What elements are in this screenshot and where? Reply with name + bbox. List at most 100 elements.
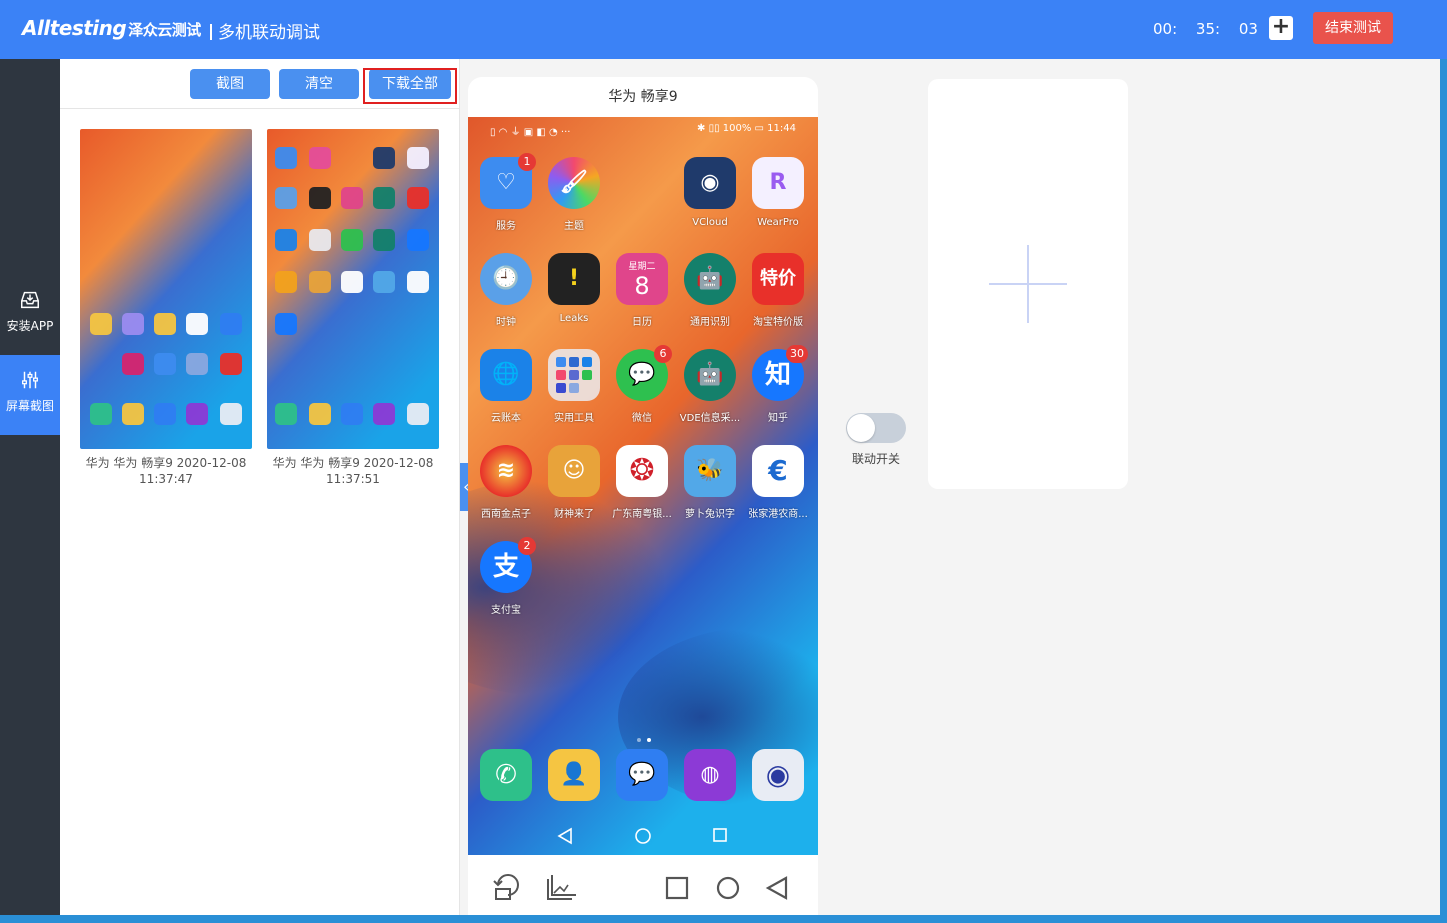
app-leaks[interactable]: ! Leaks (540, 253, 608, 324)
screenshot-toolbar: 截图 清空 下载全部 (60, 59, 459, 109)
app-wearpro[interactable]: R WearPro (744, 157, 812, 228)
dock-contacts[interactable]: 👤 (540, 749, 608, 801)
alipay-icon: 支2 (480, 537, 536, 593)
phone-icon: ✆ (480, 749, 532, 801)
app-service[interactable]: ♡ 1 服务 (472, 153, 540, 232)
app-nanyue-bank[interactable]: ❂ 广东南粤银... (608, 445, 676, 520)
app-label: 西南金点子 (481, 509, 531, 520)
add-device-button[interactable]: + (1269, 16, 1293, 40)
app-label: 萝卜兔识字 (685, 509, 735, 520)
plus-icon (989, 245, 1067, 323)
app-label: 云账本 (491, 413, 521, 424)
app-label: 实用工具 (554, 413, 594, 424)
device-title: 华为 畅享9 (608, 89, 678, 105)
page-indicator (634, 727, 654, 746)
app-taobao-special[interactable]: 特价 淘宝特价版 (744, 253, 812, 328)
taskbar-edge (0, 915, 1440, 923)
app-label: 张家港农商... (748, 509, 808, 520)
wechat-icon: 💬 6 (616, 345, 672, 401)
screenshot-panel: 截图 清空 下载全部 华为 华为 畅享9 2020-12-08 11:37:47… (60, 59, 460, 917)
app-general-recognition[interactable]: 🤖 通用识别 (676, 253, 744, 328)
screenshot-thumbnail[interactable] (80, 129, 252, 449)
sidebar-item-screenshot[interactable]: 屏幕截图 (0, 355, 68, 435)
notification-badge: 2 (518, 537, 536, 555)
app-vde-collect[interactable]: 🤖 VDE信息采... (676, 349, 744, 424)
app-xinan-golden[interactable]: ≋ 西南金点子 (472, 445, 540, 520)
recents-nav-icon[interactable] (713, 828, 727, 842)
taobao-special-icon: 特价 (752, 253, 804, 305)
status-icons-right: ✱ ▯▯ 100% ▭ 11:44 (697, 123, 796, 134)
home-control-icon[interactable] (716, 876, 740, 900)
screenshot-image (267, 129, 439, 449)
wearpro-logo-icon: R (752, 157, 804, 209)
alipay-glyph: 支 (492, 552, 519, 582)
notification-badge: 6 (654, 345, 672, 363)
zhangjiagang-bank-icon: € (752, 445, 804, 497)
app-tools-folder[interactable]: 实用工具 (540, 349, 608, 424)
page-dot-active (647, 738, 651, 742)
app-label: 微信 (632, 413, 652, 424)
android-icon: 🤖 (684, 349, 736, 401)
window-edge (1440, 59, 1447, 923)
screenshot-image (80, 129, 252, 449)
app-label: 通用识别 (690, 317, 730, 328)
nanyue-bank-icon: ❂ (616, 445, 668, 497)
page-dot (637, 738, 641, 742)
take-screenshot-button[interactable]: 截图 (190, 69, 270, 99)
app-zhihu[interactable]: 知 30 知乎 (744, 345, 812, 424)
sidebar-item-install-app[interactable]: 安装APP (0, 275, 60, 355)
device-screen[interactable]: ▯ ◠ ⏚ ▣ ◧ ◔ ··· ✱ ▯▯ 100% ▭ 11:44 ♡ 1 服务 … (468, 117, 818, 855)
notification-badge: 1 (518, 153, 536, 171)
app-label: WearPro (757, 217, 799, 228)
logo-cn-text: 泽众云测试 (128, 21, 201, 39)
screenshot-caption: 华为 华为 畅享9 2020-12-08 11:37:47 (85, 456, 247, 486)
world-map-icon: 🌐 (480, 349, 532, 401)
app-label: 财神来了 (554, 509, 594, 520)
app-cloud-ledger[interactable]: 🌐 云账本 (472, 349, 540, 424)
leaks-shield-icon: ! (548, 253, 600, 305)
sync-toggle[interactable] (846, 413, 906, 443)
screenshot-thumbnail[interactable] (267, 129, 439, 449)
app-label: 日历 (632, 317, 652, 328)
sidebar: 安装APP 屏幕截图 (0, 59, 68, 923)
screenshot-caption: 华为 华为 畅享9 2020-12-08 11:37:51 (272, 456, 434, 486)
clock-icon: 🕘 (480, 253, 532, 305)
home-nav-icon[interactable] (635, 828, 651, 844)
folder-grid-icon (556, 357, 592, 393)
app-clock[interactable]: 🕘 时钟 (472, 253, 540, 328)
recents-control-icon[interactable] (665, 876, 689, 900)
zhihu-glyph: 知 (764, 360, 791, 390)
app-label: 知乎 (768, 413, 788, 424)
back-control-icon[interactable] (765, 876, 788, 900)
app-calendar[interactable]: 星期二 8 日历 (608, 253, 676, 328)
contacts-icon: 👤 (548, 749, 600, 801)
dock-messages[interactable]: 💬 (608, 749, 676, 801)
calendar-weekday: 星期二 (628, 262, 656, 272)
crop-icon[interactable] (547, 875, 576, 900)
app-theme[interactable]: 🖌 主题 (540, 157, 608, 232)
notification-badge: 30 (786, 345, 808, 363)
app-alipay[interactable]: 支2 支付宝 (472, 537, 540, 616)
app-zhangjiagang-bank[interactable]: € 张家港农商... (744, 445, 812, 520)
app-wechat[interactable]: 💬 6 微信 (608, 345, 676, 424)
clear-button[interactable]: 清空 (279, 69, 359, 99)
app-luobotu[interactable]: 🐝 萝卜兔识字 (676, 445, 744, 520)
end-test-button[interactable]: 结束测试 (1313, 12, 1393, 44)
rotate-icon[interactable] (493, 874, 519, 900)
dock-browser[interactable]: ◍ (676, 749, 744, 801)
app-caishen[interactable]: ☺ 财神来了 (540, 445, 608, 520)
app-label: 主题 (564, 221, 584, 232)
dock-camera[interactable]: ◉ (744, 749, 812, 801)
android-icon: 🤖 (684, 253, 736, 305)
app-label: 服务 (496, 221, 516, 232)
dock-phone[interactable]: ✆ (472, 749, 540, 801)
app-label: 时钟 (496, 317, 516, 328)
add-device-card[interactable] (928, 79, 1128, 489)
app-label: 广东南粤银... (612, 509, 672, 520)
sidebar-item-label: 屏幕截图 (5, 399, 54, 413)
back-nav-icon[interactable] (557, 827, 572, 845)
heart-hand-icon: ♡ 1 (480, 153, 536, 209)
app-label: 淘宝特价版 (753, 317, 803, 328)
app-vcloud[interactable]: ◉ VCloud (676, 157, 744, 228)
messages-icon: 💬 (616, 749, 668, 801)
